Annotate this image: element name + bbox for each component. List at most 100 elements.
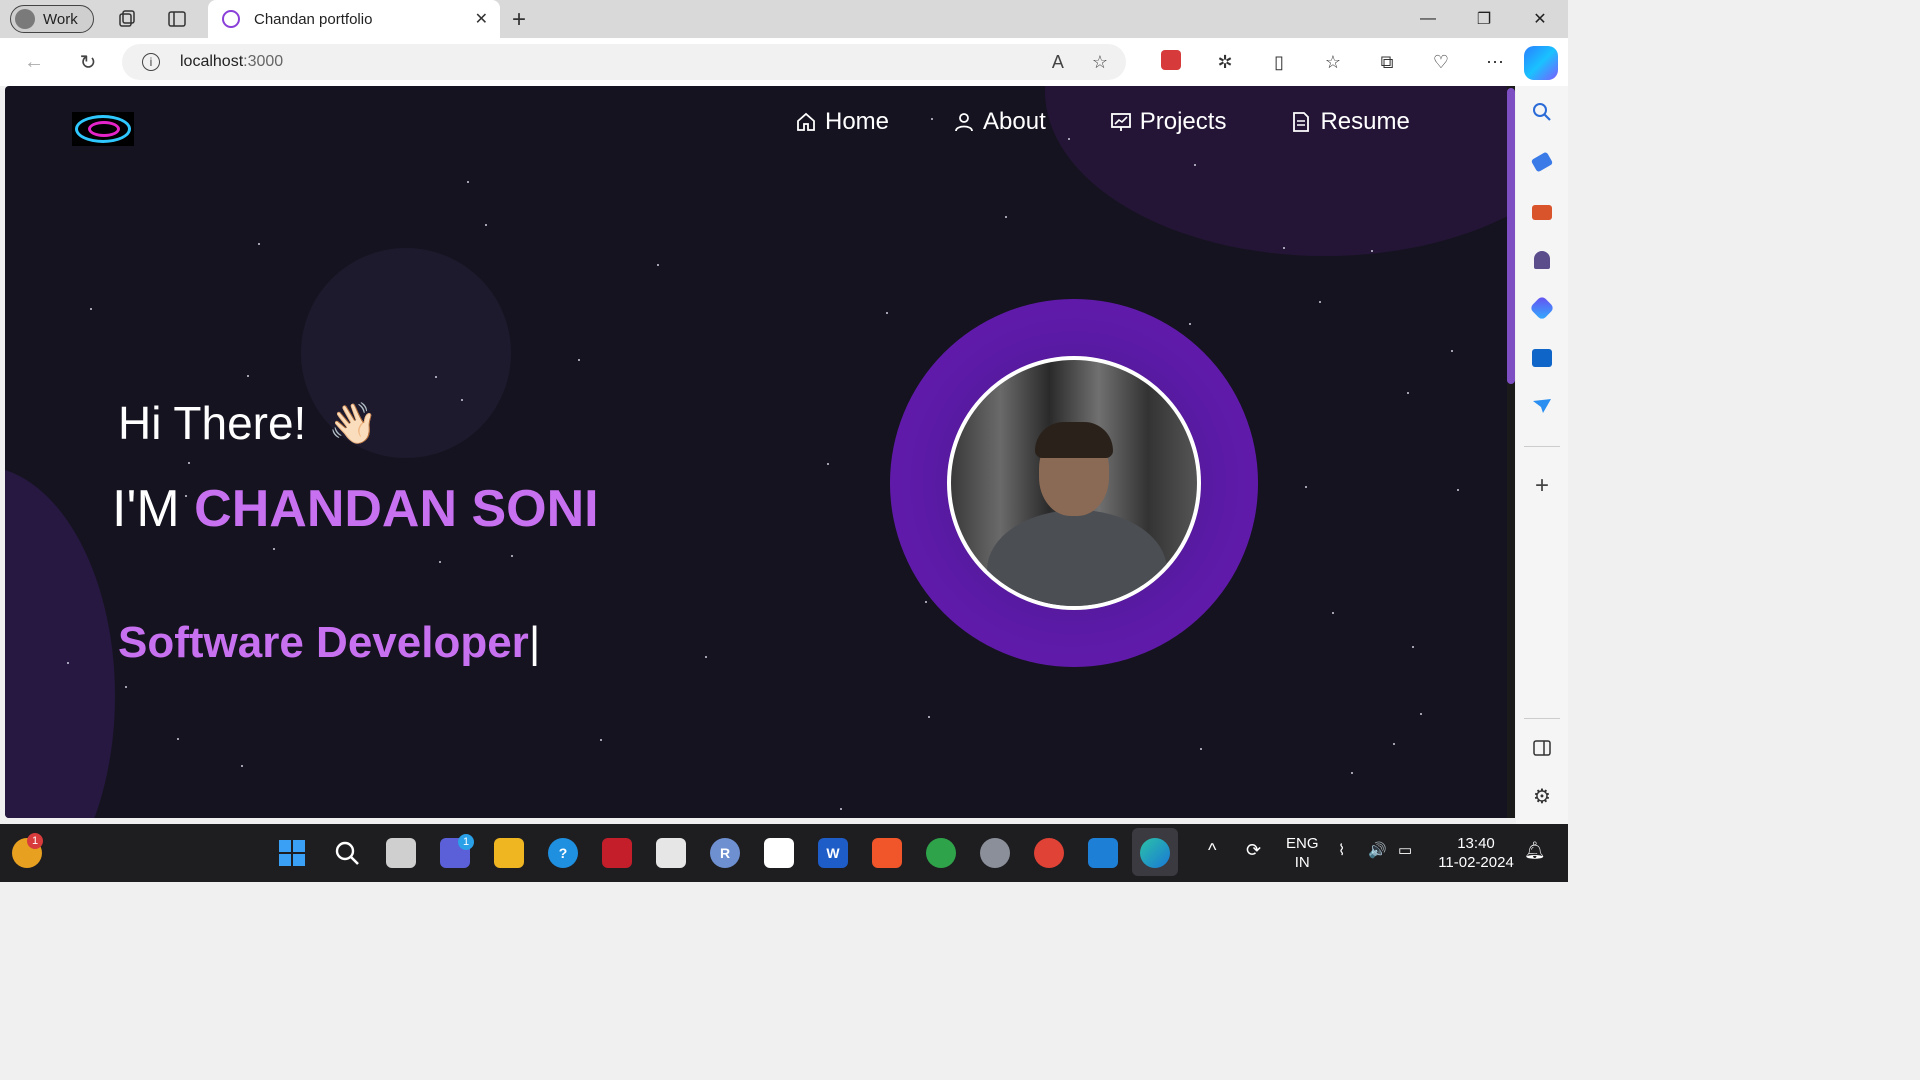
close-window-button[interactable]: ✕: [1512, 0, 1568, 38]
mcafee-icon[interactable]: [602, 838, 632, 868]
microsoft-store-icon[interactable]: [764, 838, 794, 868]
user-icon: [953, 111, 975, 133]
star: [1407, 392, 1409, 394]
star: [886, 312, 888, 314]
star: [1200, 748, 1202, 750]
nav-home[interactable]: Home: [795, 108, 889, 136]
more-menu-icon[interactable]: ⋯: [1468, 52, 1522, 73]
nav-projects[interactable]: Projects: [1110, 108, 1226, 136]
extensions-icon[interactable]: ✲: [1198, 52, 1252, 73]
browser-essentials-icon[interactable]: ♡: [1414, 52, 1468, 73]
profile-button[interactable]: Work: [10, 5, 94, 33]
workspaces-icon[interactable]: [116, 8, 138, 30]
start-windows-icon[interactable]: [277, 838, 307, 868]
star: [511, 555, 513, 557]
add-sidebar-app-icon[interactable]: +: [1530, 472, 1554, 499]
star: [485, 224, 487, 226]
file-explorer-icon[interactable]: [494, 838, 524, 868]
widget-notification-badge: 1: [27, 833, 43, 849]
favorite-star-icon[interactable]: ☆: [1092, 52, 1108, 73]
collections-icon[interactable]: ⧉: [1360, 52, 1414, 73]
get-help-icon[interactable]: ?: [548, 838, 578, 868]
hero-greeting: Hi There! 👋🏻: [118, 396, 378, 450]
star: [840, 808, 842, 810]
vscode-icon[interactable]: [1088, 838, 1118, 868]
star: [1068, 138, 1070, 140]
settings-gear-app-icon[interactable]: [980, 838, 1010, 868]
taskbar-search-icon[interactable]: [332, 838, 362, 868]
star: [247, 375, 249, 377]
back-button[interactable]: ←: [16, 44, 52, 80]
chrome-profile-c-icon[interactable]: [926, 838, 956, 868]
star: [1283, 247, 1285, 249]
windows-taskbar: 1 1 ? R W ^ ⟳ ENG IN ⌇ 🔊 ▭ 13:40 11-02-20…: [0, 824, 1568, 882]
profile-avatar: [15, 9, 35, 29]
star: [705, 656, 707, 658]
home-icon: [795, 111, 817, 133]
star: [578, 359, 580, 361]
language-indicator[interactable]: ENG IN: [1286, 834, 1319, 872]
sync-icon[interactable]: ⟳: [1246, 841, 1261, 860]
word-icon[interactable]: W: [818, 838, 848, 868]
wave-hand-icon: 👋🏻: [328, 401, 379, 446]
site-logo[interactable]: [72, 112, 134, 146]
edge-browser-icon[interactable]: [1140, 838, 1170, 868]
nav-about[interactable]: About: [953, 108, 1046, 136]
r-app-icon[interactable]: R: [710, 838, 740, 868]
copilot-icon[interactable]: [1524, 46, 1558, 80]
games-icon[interactable]: [1530, 248, 1554, 272]
favorites-icon[interactable]: ☆: [1306, 52, 1360, 73]
star: [258, 243, 260, 245]
vertical-tabs-icon[interactable]: [166, 8, 188, 30]
page-scrollbar-thumb[interactable]: [1507, 88, 1515, 384]
new-tab-button[interactable]: +: [512, 6, 526, 34]
minimize-button[interactable]: —: [1400, 0, 1456, 38]
typing-caret: |: [528, 618, 541, 667]
wifi-icon[interactable]: ⌇: [1338, 841, 1345, 860]
browser-toolbar: ✲ ▯ ☆ ⧉ ♡ ⋯: [1144, 38, 1522, 86]
volume-icon[interactable]: 🔊: [1368, 841, 1387, 860]
snipping-tool-icon[interactable]: [656, 838, 686, 868]
nav-resume[interactable]: Resume: [1290, 108, 1410, 136]
tab-title: Chandan portfolio: [254, 10, 373, 28]
search-icon[interactable]: [1530, 100, 1554, 124]
star: [1305, 486, 1307, 488]
greeting-text: Hi There!: [118, 397, 307, 449]
star: [1332, 612, 1334, 614]
address-bar[interactable]: i localhost:3000 A ☆: [122, 44, 1126, 80]
star: [273, 548, 275, 550]
brave-browser-icon[interactable]: [872, 838, 902, 868]
tools-briefcase-icon[interactable]: [1530, 200, 1554, 224]
star: [435, 376, 437, 378]
refresh-button[interactable]: ↻: [70, 44, 106, 80]
notification-bell-icon[interactable]: 🔔︎: [1524, 841, 1546, 860]
task-view-icon[interactable]: [386, 838, 416, 868]
site-info-icon[interactable]: i: [142, 53, 160, 71]
extension-red-icon[interactable]: [1144, 49, 1198, 75]
chat-badge: 1: [458, 834, 474, 850]
site-nav: Home About Projects Resume: [795, 108, 1474, 136]
close-tab-icon[interactable]: ✕: [475, 9, 488, 29]
battery-icon[interactable]: ▭: [1398, 841, 1412, 860]
show-hidden-icons-chevron-icon[interactable]: ^: [1208, 841, 1216, 860]
star: [1351, 772, 1353, 774]
active-tab[interactable]: Chandan portfolio ✕: [208, 0, 500, 38]
star: [1412, 646, 1414, 648]
microsoft365-icon[interactable]: [1529, 295, 1555, 321]
url-text[interactable]: localhost:3000: [180, 53, 283, 71]
split-screen-icon[interactable]: ▯: [1252, 52, 1306, 73]
bg-blob-left: [5, 466, 115, 818]
shopping-tag-icon[interactable]: [1530, 150, 1554, 174]
read-aloud-icon[interactable]: A: [1052, 52, 1064, 73]
document-icon: [1290, 111, 1312, 133]
clock[interactable]: 13:40 11-02-2024: [1436, 834, 1516, 872]
projects-icon: [1110, 111, 1132, 133]
sidebar-settings-gear-icon[interactable]: ⚙: [1530, 784, 1554, 808]
hide-sidebar-icon[interactable]: [1530, 736, 1554, 760]
tab-favicon: [222, 10, 240, 28]
drop-send-icon[interactable]: [1530, 394, 1554, 418]
outlook-icon[interactable]: [1530, 346, 1554, 370]
restore-button[interactable]: ❐: [1456, 0, 1512, 38]
avatar-ring: [890, 299, 1258, 667]
chrome-icon[interactable]: [1034, 838, 1064, 868]
